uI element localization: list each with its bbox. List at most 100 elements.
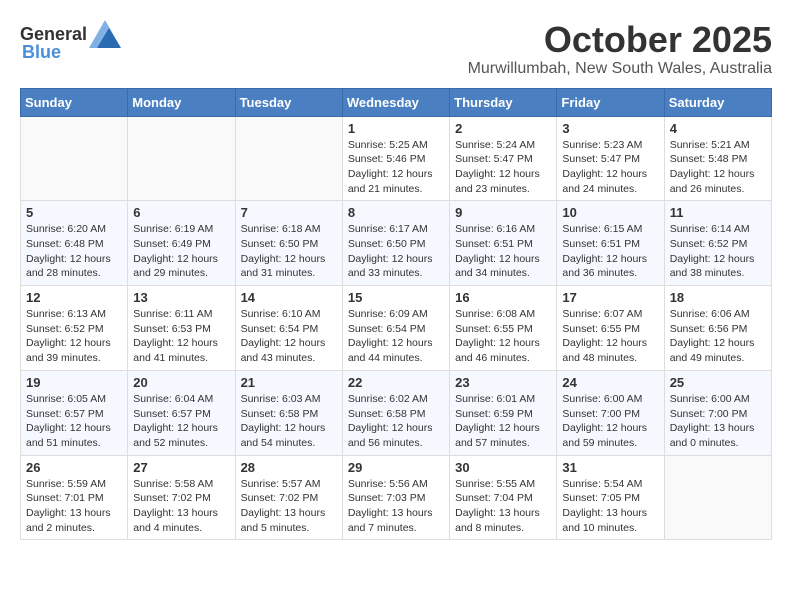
- day-number: 1: [348, 121, 444, 136]
- calendar-cell: 27Sunrise: 5:58 AM Sunset: 7:02 PM Dayli…: [128, 455, 235, 540]
- calendar-cell: 9Sunrise: 6:16 AM Sunset: 6:51 PM Daylig…: [450, 201, 557, 286]
- calendar-cell: 30 Sunrise: 5:55 AM Sunset: 7:04 PM Dayli…: [450, 455, 557, 540]
- day-info: Sunrise: 6:15 AM Sunset: 6:51 PM Dayligh…: [562, 222, 658, 281]
- calendar-cell: 12 Sunrise: 6:13 AM Sunset: 6:52 PM Dayli…: [21, 286, 128, 371]
- weekday-header-friday: Friday: [557, 88, 664, 116]
- day-info: Sunrise: 5:59 AM Sunset: 7:01 PM Dayligh…: [26, 477, 122, 536]
- calendar-cell: 29 Sunrise: 5:56 AM Sunset: 7:03 PM Dayli…: [342, 455, 449, 540]
- location-title: Murwillumbah, New South Wales, Australia: [468, 60, 772, 78]
- calendar-cell: 24 Sunrise: 6:00 AM Sunset: 7:00 PM Dayli…: [557, 370, 664, 455]
- weekday-header-monday: Monday: [128, 88, 235, 116]
- day-info: Sunrise: 6:16 AM Sunset: 6:51 PM Dayligh…: [455, 222, 551, 281]
- calendar-cell: 26 Sunrise: 5:59 AM Sunset: 7:01 PM Dayli…: [21, 455, 128, 540]
- day-number: 31: [562, 460, 658, 475]
- day-number: 12: [26, 290, 122, 305]
- week-row-3: 12 Sunrise: 6:13 AM Sunset: 6:52 PM Dayli…: [21, 286, 772, 371]
- week-row-4: 19 Sunrise: 6:05 AM Sunset: 6:57 PM Dayli…: [21, 370, 772, 455]
- day-number: 11: [670, 205, 766, 220]
- day-number: 16: [455, 290, 551, 305]
- day-number: 28: [241, 460, 337, 475]
- day-number: 3: [562, 121, 658, 136]
- day-number: 26: [26, 460, 122, 475]
- calendar-cell: 13 Sunrise: 6:11 AM Sunset: 6:53 PM Dayli…: [128, 286, 235, 371]
- calendar-cell: 4 Sunrise: 5:21 AM Sunset: 5:48 PM Daylig…: [664, 116, 771, 201]
- day-number: 18: [670, 290, 766, 305]
- day-info: Sunrise: 6:02 AM Sunset: 6:58 PM Dayligh…: [348, 392, 444, 451]
- day-info: Sunrise: 6:17 AM Sunset: 6:50 PM Dayligh…: [348, 222, 444, 281]
- weekday-header-sunday: Sunday: [21, 88, 128, 116]
- day-info: Sunrise: 6:14 AM Sunset: 6:52 PM Dayligh…: [670, 222, 766, 281]
- day-info: Sunrise: 6:03 AM Sunset: 6:58 PM Dayligh…: [241, 392, 337, 451]
- day-info: Sunrise: 5:24 AM Sunset: 5:47 PM Dayligh…: [455, 138, 551, 197]
- calendar-cell: [128, 116, 235, 201]
- month-title: October 2025: [468, 20, 772, 60]
- calendar-cell: 8 Sunrise: 6:17 AM Sunset: 6:50 PM Daylig…: [342, 201, 449, 286]
- calendar-cell: 18 Sunrise: 6:06 AM Sunset: 6:56 PM Dayli…: [664, 286, 771, 371]
- day-info: Sunrise: 6:18 AM Sunset: 6:50 PM Dayligh…: [241, 222, 337, 281]
- calendar-cell: 17 Sunrise: 6:07 AM Sunset: 6:55 PM Dayli…: [557, 286, 664, 371]
- weekday-header-saturday: Saturday: [664, 88, 771, 116]
- day-info: Sunrise: 6:01 AM Sunset: 6:59 PM Dayligh…: [455, 392, 551, 451]
- day-info: Sunrise: 6:11 AM Sunset: 6:53 PM Dayligh…: [133, 307, 229, 366]
- calendar-cell: [21, 116, 128, 201]
- day-info: Sunrise: 5:55 AM Sunset: 7:04 PM Dayligh…: [455, 477, 551, 536]
- day-info: Sunrise: 5:57 AM Sunset: 7:02 PM Dayligh…: [241, 477, 337, 536]
- day-number: 29: [348, 460, 444, 475]
- day-info: Sunrise: 5:54 AM Sunset: 7:05 PM Dayligh…: [562, 477, 658, 536]
- week-row-1: 1 Sunrise: 5:25 AM Sunset: 5:46 PM Daylig…: [21, 116, 772, 201]
- day-info: Sunrise: 5:21 AM Sunset: 5:48 PM Dayligh…: [670, 138, 766, 197]
- week-row-5: 26 Sunrise: 5:59 AM Sunset: 7:01 PM Dayli…: [21, 455, 772, 540]
- day-info: Sunrise: 6:19 AM Sunset: 6:49 PM Dayligh…: [133, 222, 229, 281]
- calendar-cell: 28 Sunrise: 5:57 AM Sunset: 7:02 PM Dayli…: [235, 455, 342, 540]
- weekday-header-tuesday: Tuesday: [235, 88, 342, 116]
- day-number: 17: [562, 290, 658, 305]
- day-number: 15: [348, 290, 444, 305]
- day-number: 19: [26, 375, 122, 390]
- day-info: Sunrise: 6:04 AM Sunset: 6:57 PM Dayligh…: [133, 392, 229, 451]
- day-info: Sunrise: 5:56 AM Sunset: 7:03 PM Dayligh…: [348, 477, 444, 536]
- calendar-cell: 7Sunrise: 6:18 AM Sunset: 6:50 PM Daylig…: [235, 201, 342, 286]
- calendar-table: SundayMondayTuesdayWednesdayThursdayFrid…: [20, 88, 772, 541]
- day-info: Sunrise: 5:58 AM Sunset: 7:02 PM Dayligh…: [133, 477, 229, 536]
- calendar-cell: 20Sunrise: 6:04 AM Sunset: 6:57 PM Dayli…: [128, 370, 235, 455]
- day-info: Sunrise: 5:25 AM Sunset: 5:46 PM Dayligh…: [348, 138, 444, 197]
- day-number: 13: [133, 290, 229, 305]
- day-number: 30: [455, 460, 551, 475]
- logo: General Blue: [20, 20, 121, 63]
- day-info: Sunrise: 6:00 AM Sunset: 7:00 PM Dayligh…: [562, 392, 658, 451]
- day-number: 14: [241, 290, 337, 305]
- weekday-header-wednesday: Wednesday: [342, 88, 449, 116]
- calendar-cell: 11 Sunrise: 6:14 AM Sunset: 6:52 PM Dayli…: [664, 201, 771, 286]
- day-info: Sunrise: 6:05 AM Sunset: 6:57 PM Dayligh…: [26, 392, 122, 451]
- calendar-cell: 22 Sunrise: 6:02 AM Sunset: 6:58 PM Dayli…: [342, 370, 449, 455]
- day-number: 23: [455, 375, 551, 390]
- day-info: Sunrise: 6:13 AM Sunset: 6:52 PM Dayligh…: [26, 307, 122, 366]
- day-info: Sunrise: 6:06 AM Sunset: 6:56 PM Dayligh…: [670, 307, 766, 366]
- day-number: 5: [26, 205, 122, 220]
- calendar-cell: 2Sunrise: 5:24 AM Sunset: 5:47 PM Daylig…: [450, 116, 557, 201]
- calendar-cell: 21 Sunrise: 6:03 AM Sunset: 6:58 PM Dayli…: [235, 370, 342, 455]
- calendar-cell: 10 Sunrise: 6:15 AM Sunset: 6:51 PM Dayli…: [557, 201, 664, 286]
- day-number: 4: [670, 121, 766, 136]
- day-info: Sunrise: 5:23 AM Sunset: 5:47 PM Dayligh…: [562, 138, 658, 197]
- day-number: 10: [562, 205, 658, 220]
- page-header: General Blue October 2025 Murwillumbah, …: [20, 20, 772, 78]
- day-info: Sunrise: 6:07 AM Sunset: 6:55 PM Dayligh…: [562, 307, 658, 366]
- calendar-cell: 23 Sunrise: 6:01 AM Sunset: 6:59 PM Dayli…: [450, 370, 557, 455]
- day-info: Sunrise: 6:08 AM Sunset: 6:55 PM Dayligh…: [455, 307, 551, 366]
- day-info: Sunrise: 6:00 AM Sunset: 7:00 PM Dayligh…: [670, 392, 766, 451]
- weekday-header-thursday: Thursday: [450, 88, 557, 116]
- calendar-cell: 5Sunrise: 6:20 AM Sunset: 6:48 PM Daylig…: [21, 201, 128, 286]
- calendar-cell: 19 Sunrise: 6:05 AM Sunset: 6:57 PM Dayli…: [21, 370, 128, 455]
- day-number: 22: [348, 375, 444, 390]
- weekday-header-row: SundayMondayTuesdayWednesdayThursdayFrid…: [21, 88, 772, 116]
- day-number: 24: [562, 375, 658, 390]
- logo-icon: [89, 20, 121, 48]
- calendar-cell: [235, 116, 342, 201]
- day-number: 21: [241, 375, 337, 390]
- day-number: 25: [670, 375, 766, 390]
- day-number: 8: [348, 205, 444, 220]
- calendar-cell: 25 Sunrise: 6:00 AM Sunset: 7:00 PM Dayli…: [664, 370, 771, 455]
- calendar-cell: 16 Sunrise: 6:08 AM Sunset: 6:55 PM Dayli…: [450, 286, 557, 371]
- calendar-cell: 3 Sunrise: 5:23 AM Sunset: 5:47 PM Daylig…: [557, 116, 664, 201]
